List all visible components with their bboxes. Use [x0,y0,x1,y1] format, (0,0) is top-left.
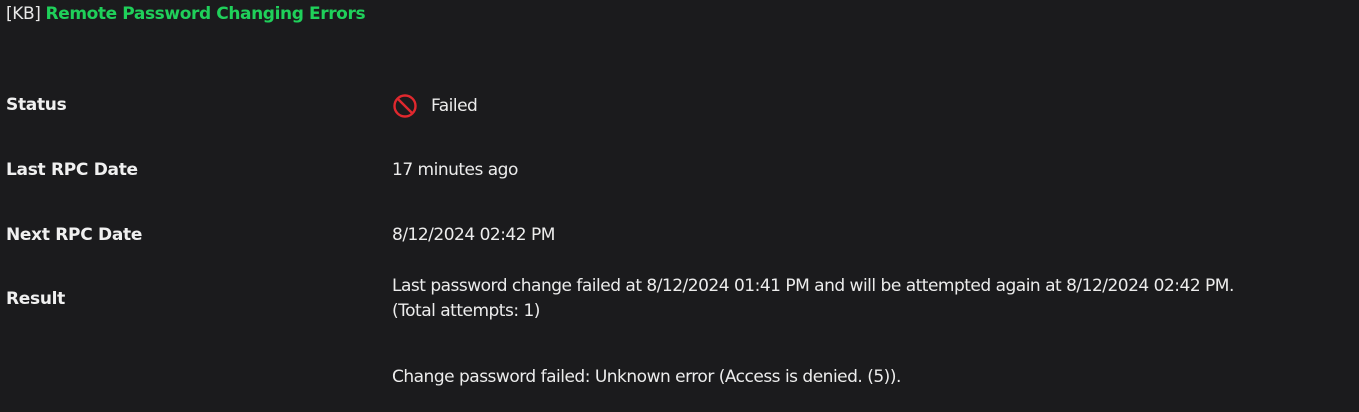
last-rpc-date-value: 17 minutes ago [392,160,518,180]
status-label: Status [6,95,67,115]
result-value: Last password change failed at 8/12/2024… [392,274,1347,324]
result-message-line: Last password change failed at 8/12/2024… [392,276,1234,296]
status-value: Failed [392,93,478,119]
next-rpc-date-label: Next RPC Date [6,225,143,245]
result-attempts-line: (Total attempts: 1) [392,301,540,321]
kb-prefix: [KB] [6,4,41,24]
kb-article-link[interactable]: Remote Password Changing Errors [46,4,366,24]
status-text: Failed [431,95,478,116]
last-rpc-date-label: Last RPC Date [6,160,138,180]
kb-header: [KB] Remote Password Changing Errors [6,4,366,24]
result-label: Result [6,289,65,309]
next-rpc-date-value: 8/12/2024 02:42 PM [392,225,555,245]
result-error-message: Change password failed: Unknown error (A… [392,367,901,387]
rpc-status-panel: [KB] Remote Password Changing Errors Sta… [0,0,1359,412]
prohibited-icon [392,93,418,119]
